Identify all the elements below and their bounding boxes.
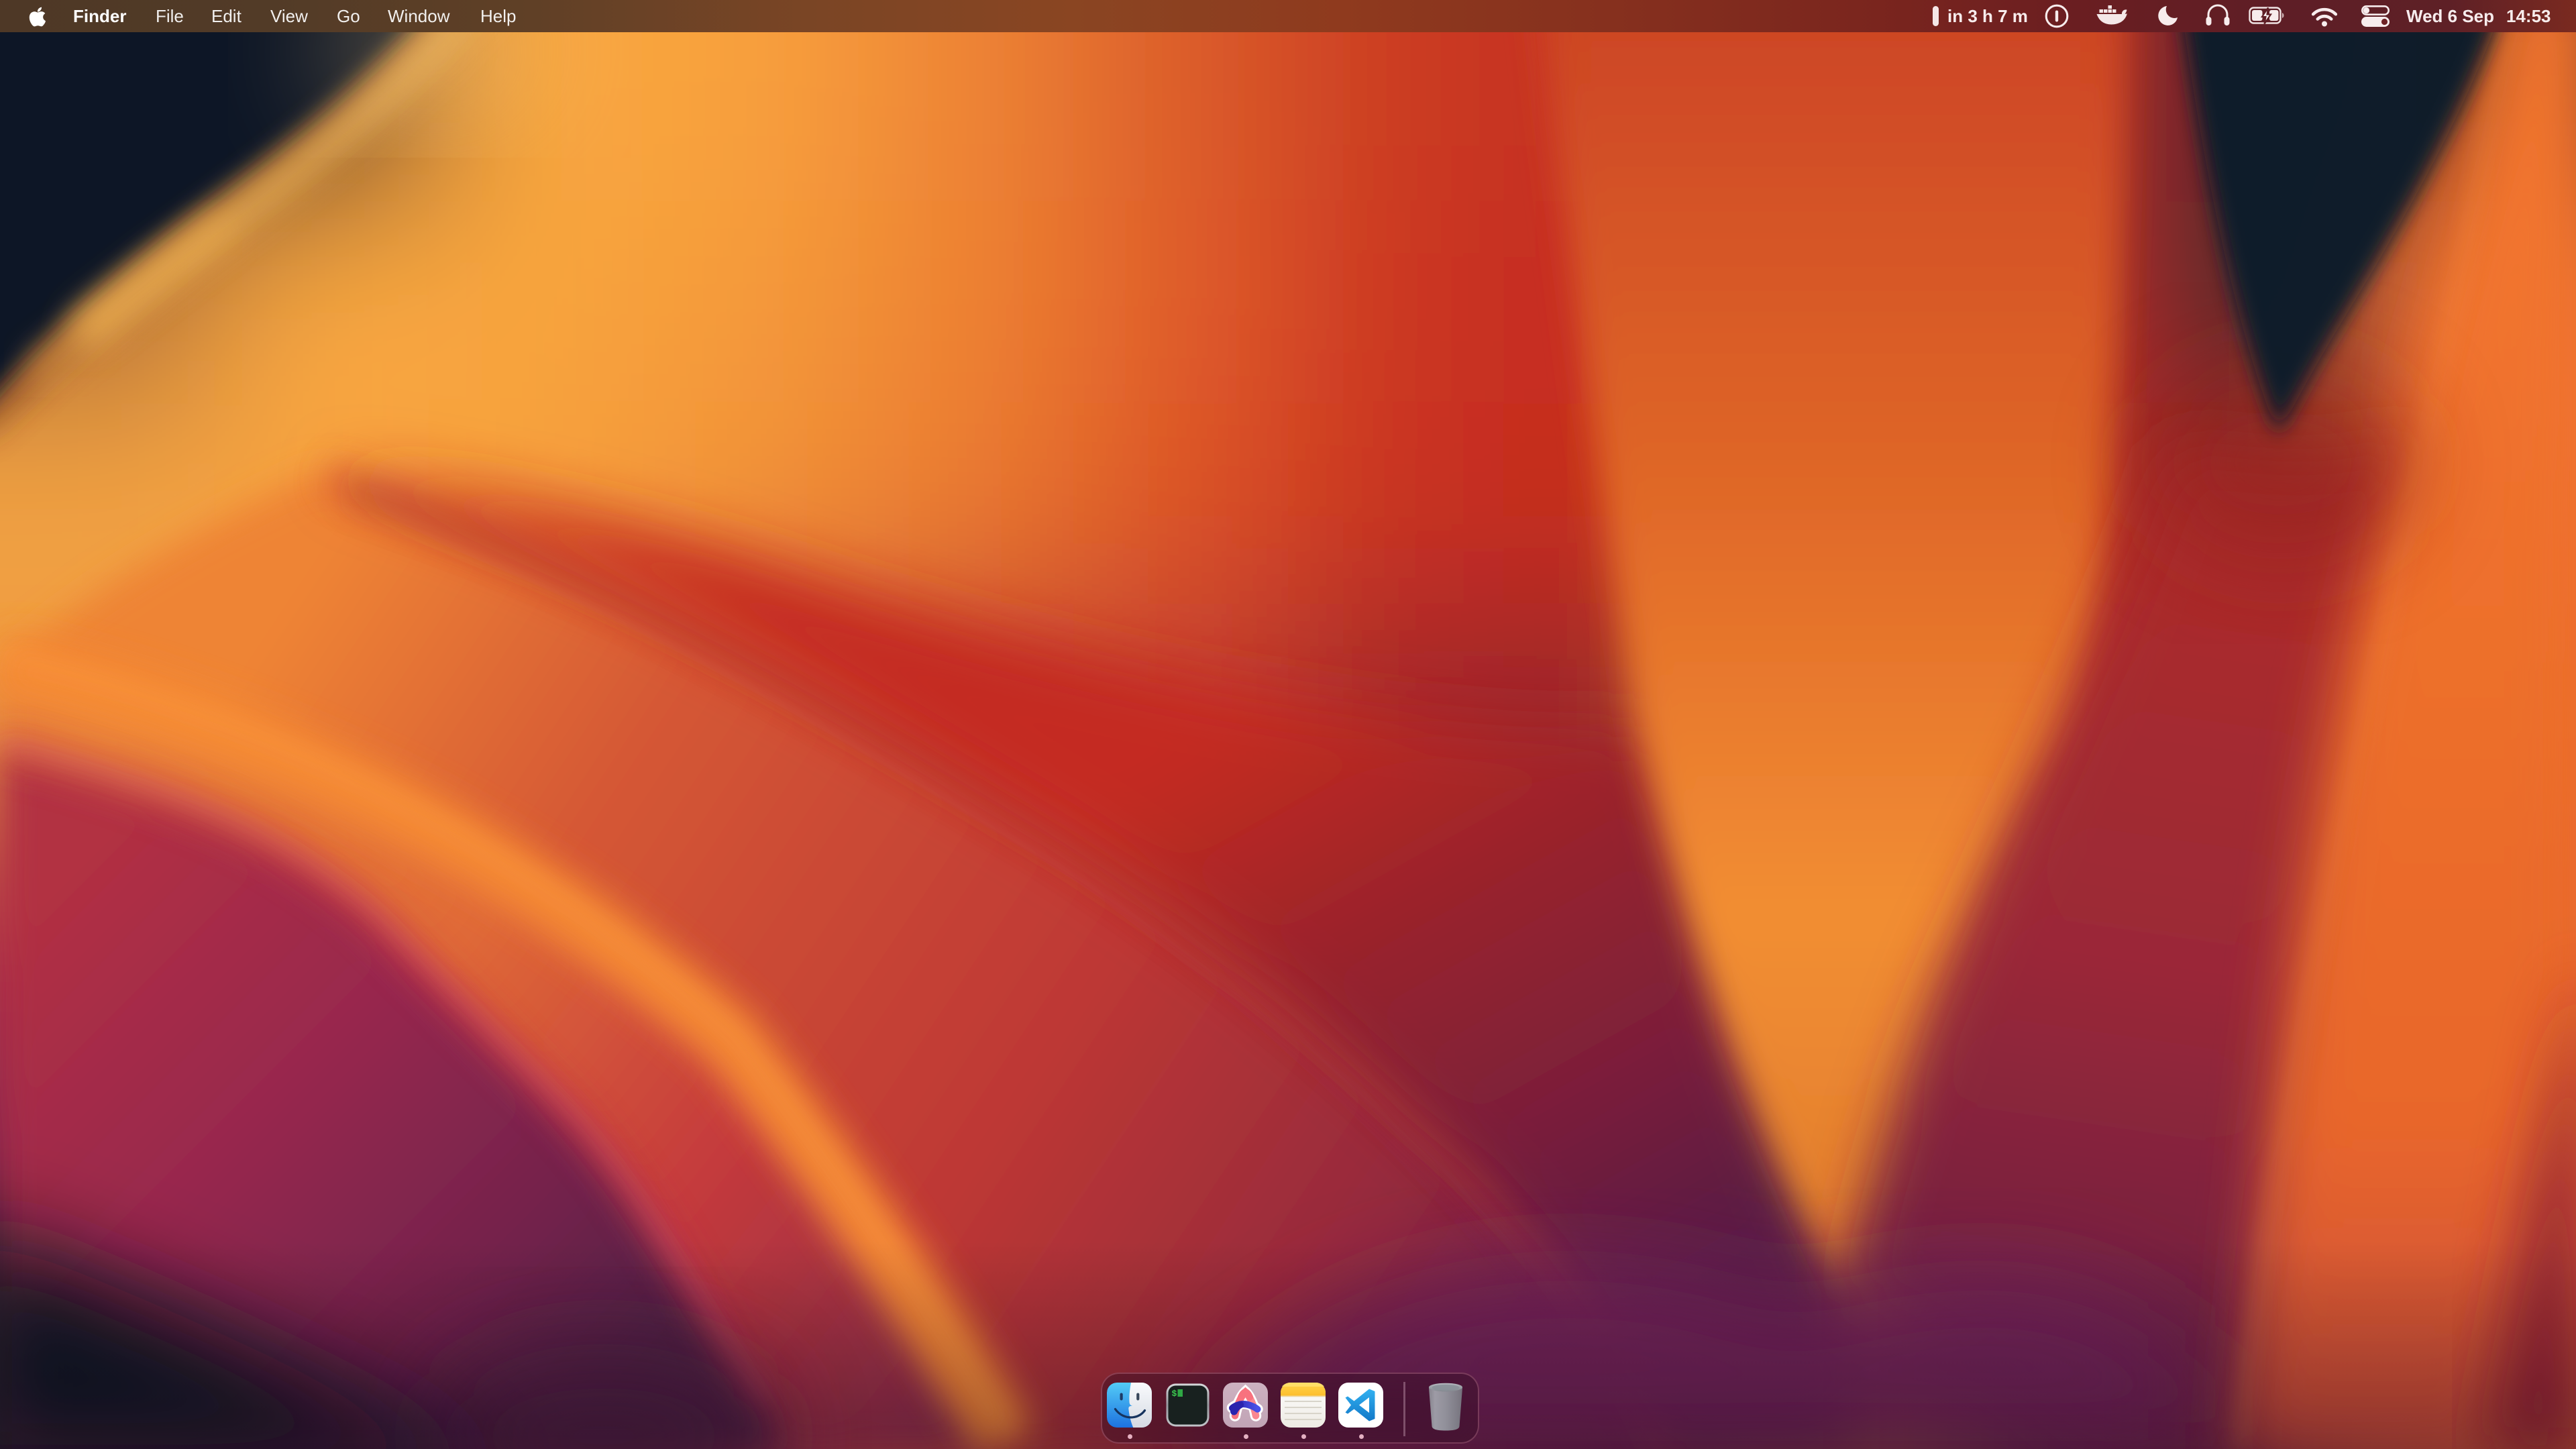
svg-text:$: $ [1172,1389,1177,1399]
